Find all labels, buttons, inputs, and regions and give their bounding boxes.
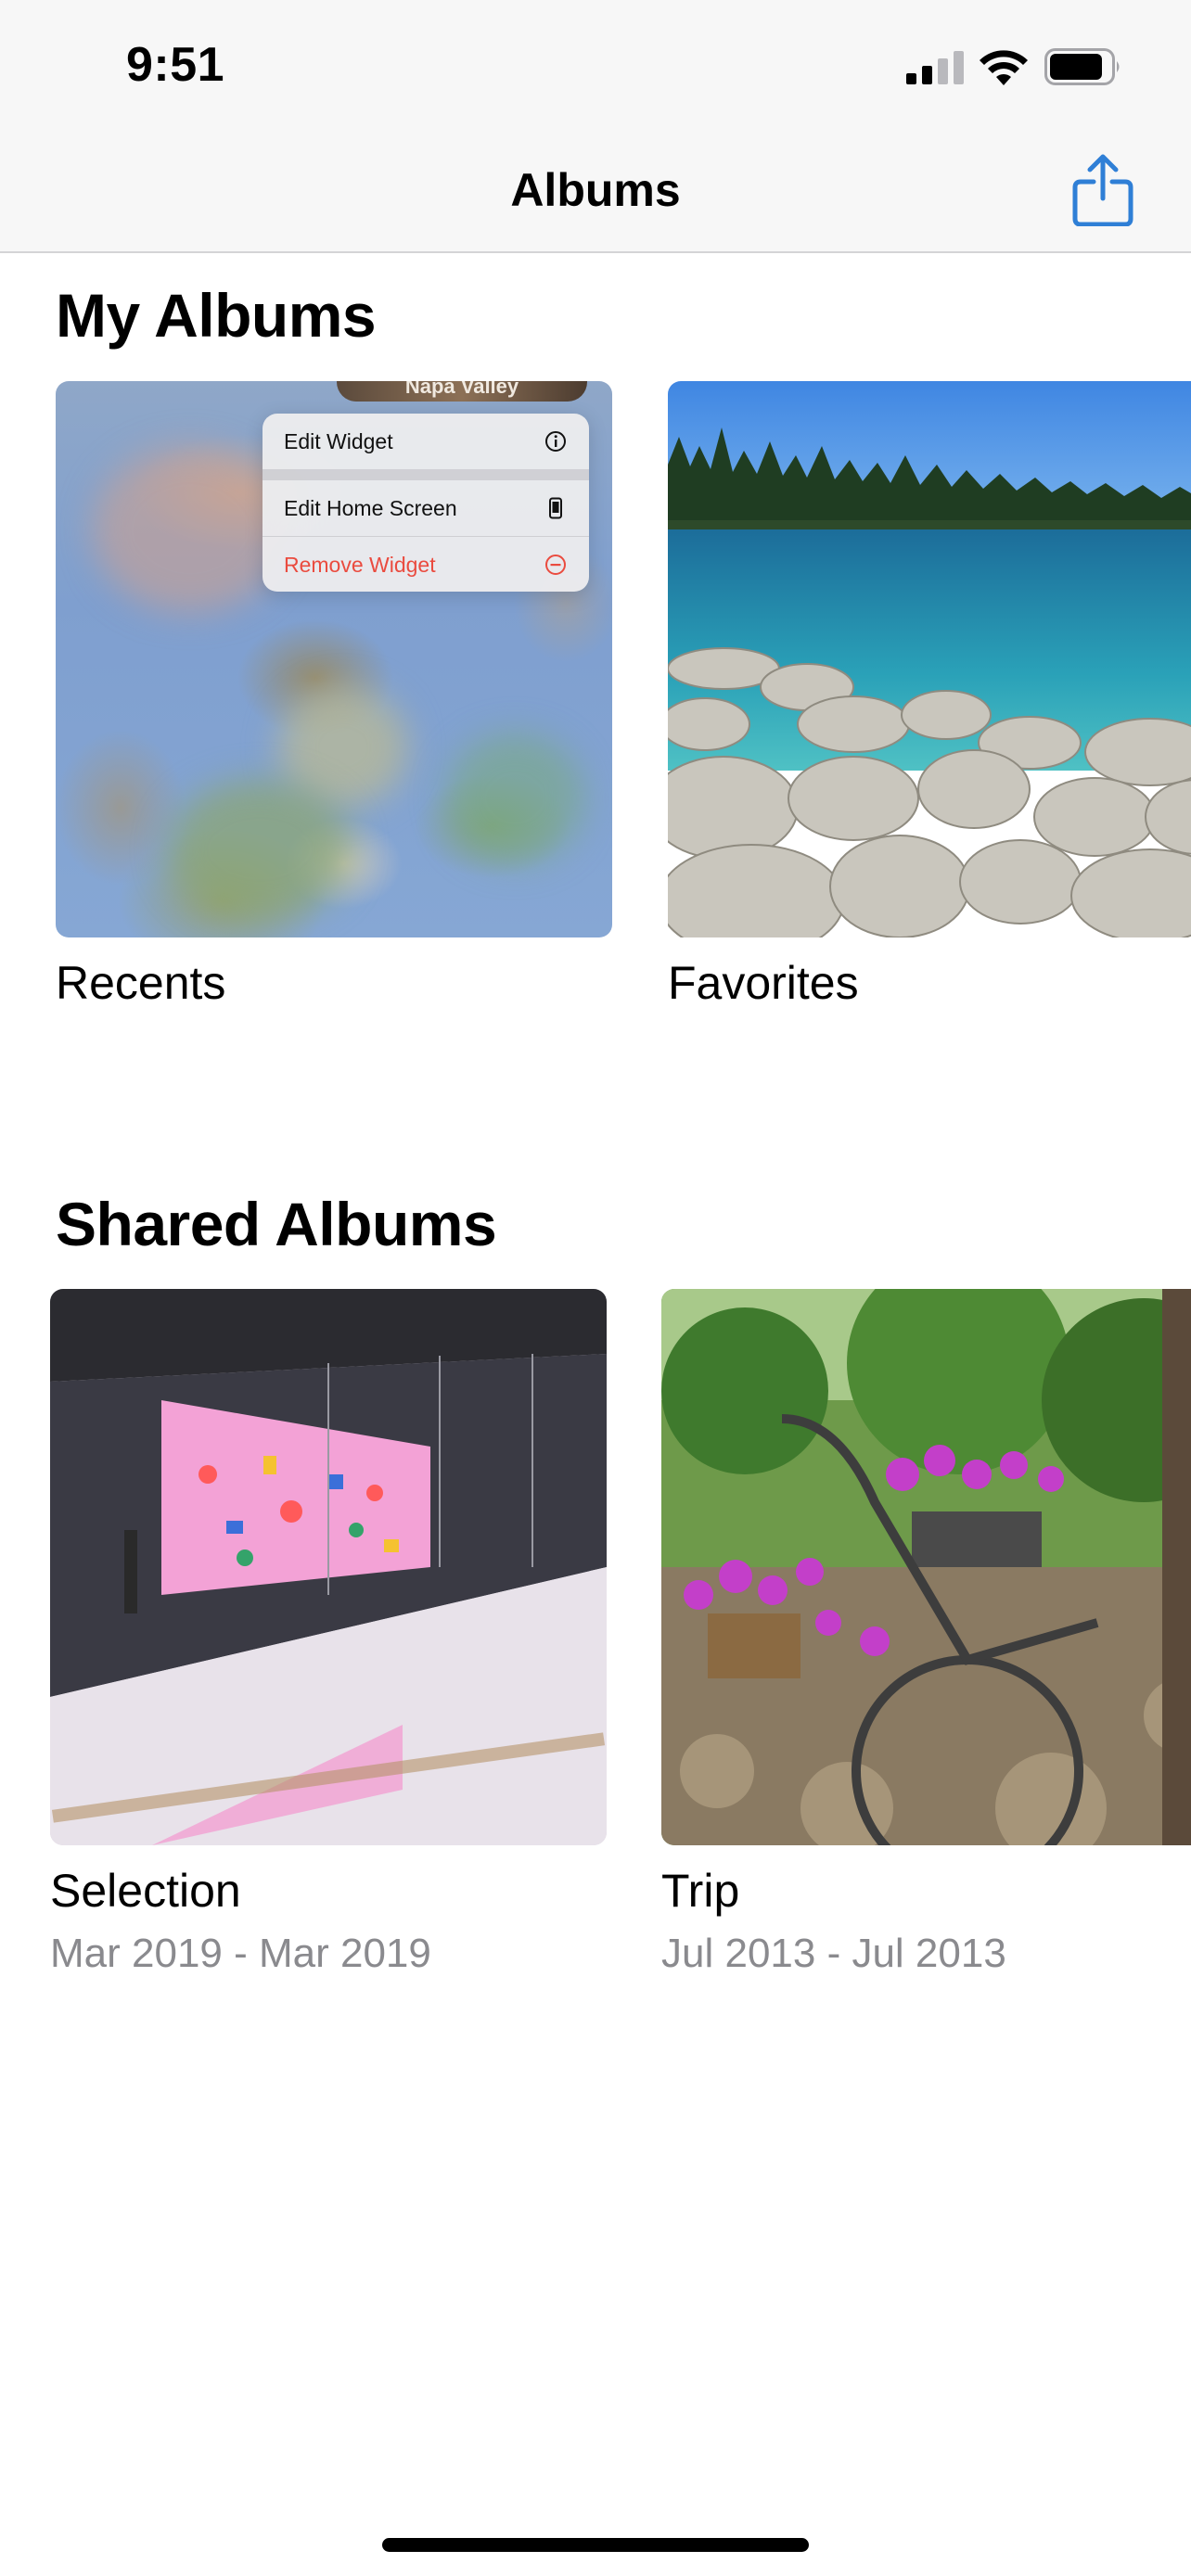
home-indicator[interactable] bbox=[382, 2538, 809, 2552]
selection-thumbnail bbox=[50, 1289, 607, 1845]
info-circle-icon bbox=[545, 431, 566, 452]
recents-thumbnail: Napa Valley Edit Widget Edit Home Screen… bbox=[56, 381, 612, 937]
navigation-bar: 9:51 Albums bbox=[0, 0, 1191, 253]
share-icon[interactable] bbox=[1071, 154, 1134, 226]
album-recents[interactable]: Napa Valley Edit Widget Edit Home Screen… bbox=[56, 381, 612, 1021]
album-date-range: Mar 2019 - Mar 2019 bbox=[50, 1931, 431, 1976]
widget-context-menu: Edit Widget Edit Home Screen Remove Widg… bbox=[263, 414, 589, 592]
favorites-thumbnail bbox=[668, 381, 1191, 937]
my-albums-heading: My Albums bbox=[56, 281, 377, 350]
widget-label: Napa Valley bbox=[337, 381, 587, 402]
trip-thumbnail bbox=[661, 1289, 1191, 1845]
album-date-range: Jul 2013 - Jul 2013 bbox=[661, 1931, 1006, 1976]
album-name: Recents bbox=[56, 957, 226, 1009]
phone-icon bbox=[549, 497, 562, 519]
page-title: Albums bbox=[510, 164, 681, 216]
album-name: Selection bbox=[50, 1865, 241, 1917]
edit-home-screen-menu-item[interactable]: Edit Home Screen bbox=[263, 469, 589, 536]
album-name: Favorites bbox=[668, 957, 859, 1009]
edit-widget-menu-item[interactable]: Edit Widget bbox=[263, 414, 589, 469]
album-name: Trip bbox=[661, 1865, 740, 1917]
wifi-icon bbox=[980, 50, 1028, 85]
cellular-signal-icon bbox=[906, 51, 964, 84]
remove-widget-menu-item[interactable]: Remove Widget bbox=[263, 536, 589, 592]
edit-widget-label: Edit Widget bbox=[284, 429, 393, 453]
battery-icon bbox=[1044, 48, 1120, 85]
shared-albums-heading: Shared Albums bbox=[56, 1190, 497, 1258]
shared-album-trip[interactable]: Trip Jul 2013 - Jul 2013 bbox=[661, 1289, 1191, 1994]
shared-album-selection[interactable]: Selection Mar 2019 - Mar 2019 bbox=[50, 1289, 607, 1994]
remove-widget-label: Remove Widget bbox=[284, 553, 436, 577]
edit-home-screen-label: Edit Home Screen bbox=[284, 496, 457, 520]
album-favorites[interactable]: Favorites bbox=[668, 381, 1191, 1021]
status-time: 9:51 bbox=[126, 38, 225, 92]
minus-circle-icon bbox=[545, 554, 566, 575]
